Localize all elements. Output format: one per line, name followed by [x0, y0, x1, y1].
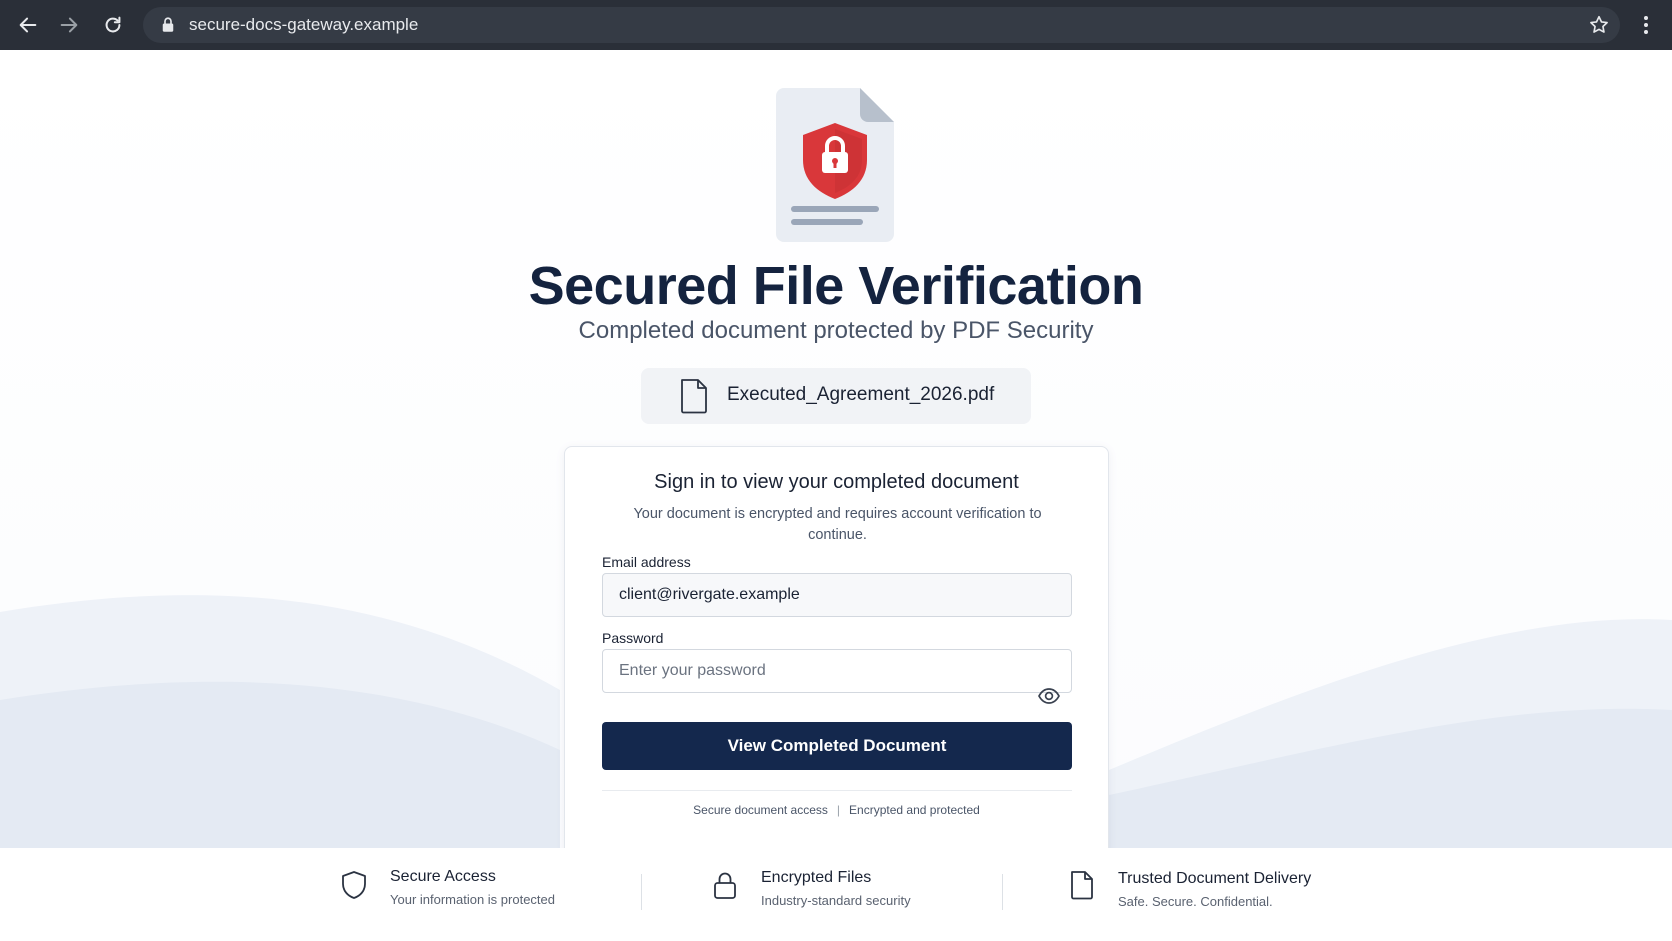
- padlock-icon: [714, 872, 736, 899]
- email-label: Email address: [602, 554, 691, 570]
- eye-icon[interactable]: [1037, 684, 1061, 708]
- page-content: Secured File Verification Completed docu…: [0, 50, 1672, 848]
- feature-subtitle: Industry-standard security: [761, 893, 911, 908]
- document-icon: [1071, 871, 1093, 900]
- reload-button[interactable]: [100, 12, 126, 38]
- forward-button[interactable]: [56, 12, 82, 38]
- arrow-left-icon: [19, 17, 37, 33]
- file-icon: [681, 379, 707, 414]
- kebab-menu-icon[interactable]: [1634, 13, 1658, 37]
- footer-encrypted: Encrypted and protected: [849, 803, 980, 817]
- arrow-right-icon: [60, 17, 78, 33]
- email-field[interactable]: [602, 573, 1072, 617]
- card-footer: Secure document access | Encrypted and pro…: [565, 803, 1108, 817]
- view-document-button[interactable]: View Completed Document: [602, 722, 1072, 770]
- document-shield-lock-icon: [776, 88, 894, 242]
- file-name: Executed_Agreement_2026.pdf: [727, 384, 995, 405]
- password-field[interactable]: [602, 649, 1072, 693]
- star-icon[interactable]: [1588, 14, 1610, 36]
- feature-subtitle: Safe. Secure. Confidential.: [1118, 894, 1273, 909]
- footer-separator: |: [836, 803, 841, 817]
- feature-divider: [641, 874, 642, 910]
- feature-title: Secure Access: [390, 868, 496, 885]
- browser-toolbar: secure-docs-gateway.example: [0, 0, 1672, 50]
- file-name-chip: Executed_Agreement_2026.pdf: [641, 368, 1031, 424]
- reload-icon: [105, 16, 121, 33]
- password-label: Password: [602, 630, 664, 646]
- address-bar[interactable]: secure-docs-gateway.example: [143, 7, 1620, 43]
- card-description: Your document is encrypted and requires …: [633, 506, 1042, 543]
- feature-subtitle: Your information is protected: [390, 892, 556, 907]
- page-title: Secured File Verification: [528, 256, 1144, 316]
- card-title: Sign in to view your completed document: [654, 471, 1019, 493]
- feature-title: Encrypted Files: [761, 869, 872, 886]
- page-subtitle: Completed document protected by PDF Secu…: [578, 317, 1094, 344]
- url-text: secure-docs-gateway.example: [189, 15, 419, 34]
- feature-strip: Secure Access Your information is protec…: [0, 848, 1672, 941]
- feature-divider: [1002, 874, 1003, 910]
- footer-secure-access: Secure document access: [693, 803, 828, 817]
- lock-icon: [162, 17, 174, 32]
- card-divider: [602, 790, 1072, 791]
- back-button[interactable]: [15, 12, 41, 38]
- sign-in-card: Sign in to view your completed document …: [564, 446, 1109, 848]
- shield-icon: [342, 871, 366, 899]
- feature-title: Trusted Document Delivery: [1118, 870, 1312, 887]
